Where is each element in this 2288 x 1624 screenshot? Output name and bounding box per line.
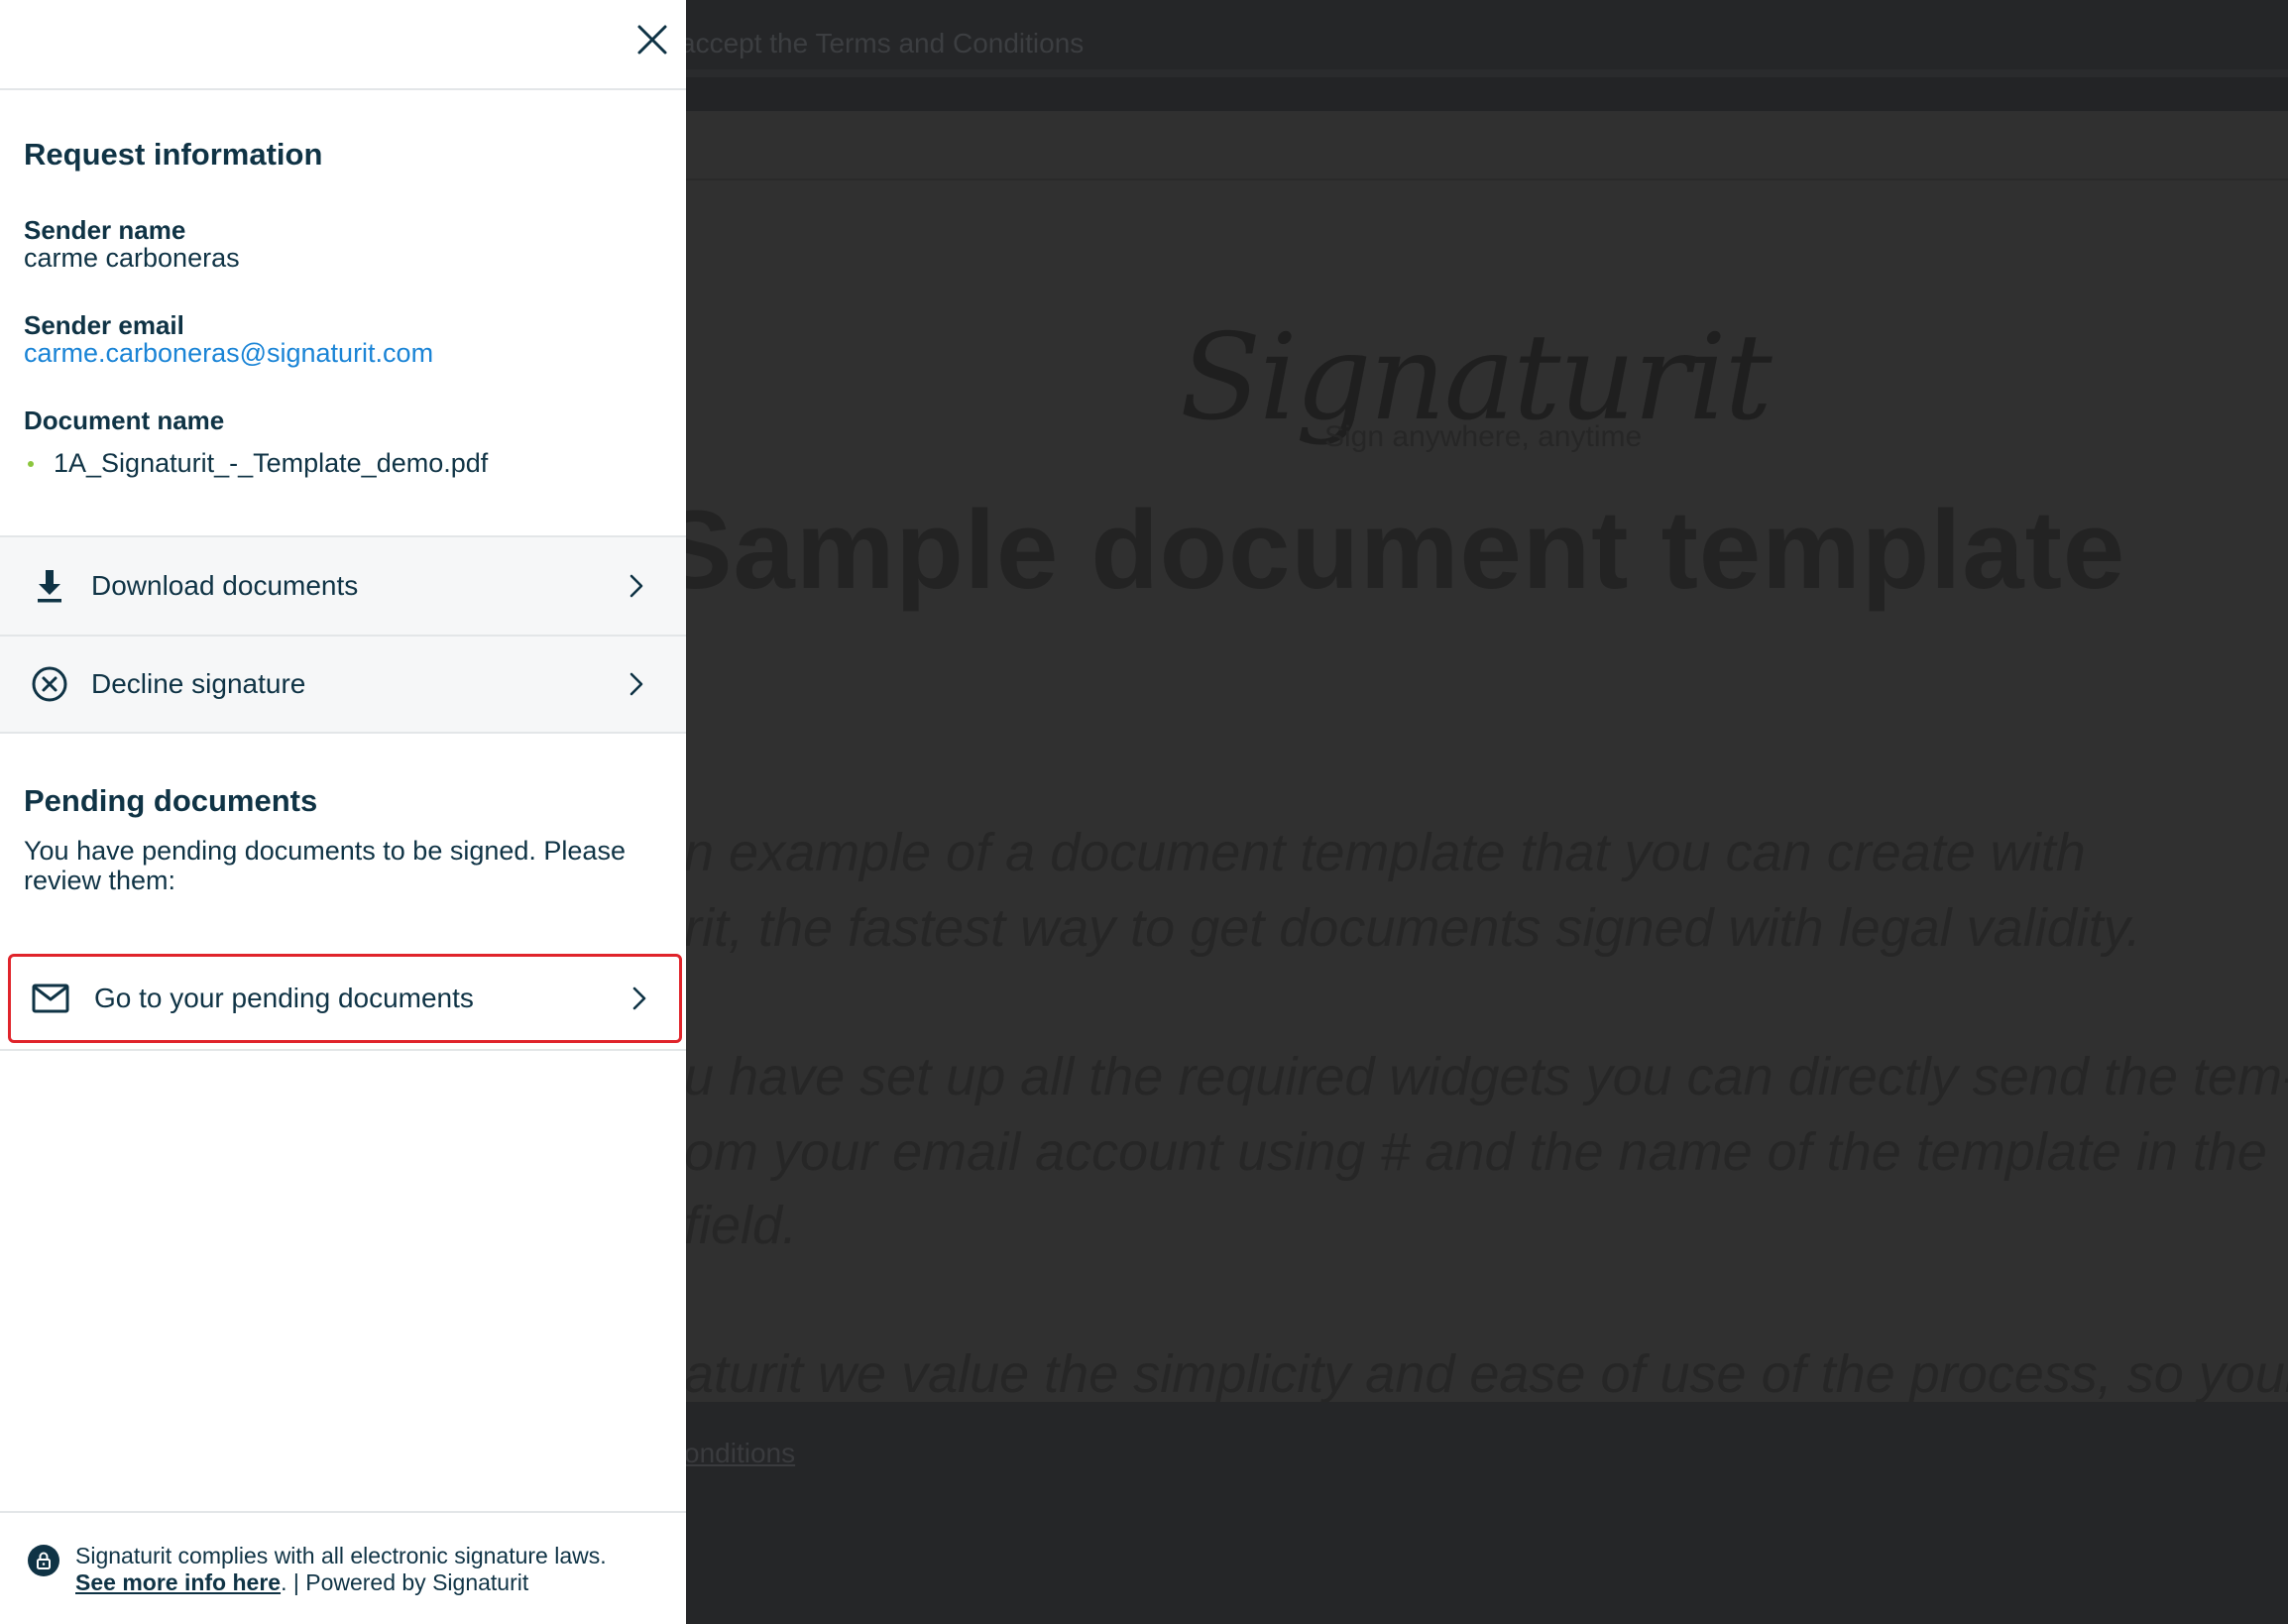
sender-name-value: carme carboneras: [24, 243, 240, 273]
download-icon: [38, 570, 61, 603]
logo-tagline: Sign anywhere, anytime: [1324, 420, 1643, 453]
document-paragraph-line: rit, the fastest way to get documents si…: [684, 898, 2141, 958]
mail-icon: [32, 984, 69, 1013]
chevron-right-icon: [629, 672, 643, 696]
decline-icon: [32, 666, 67, 702]
bullet-dot: [28, 460, 34, 467]
chevron-right-icon: [632, 986, 646, 1010]
document-paragraph-line: aturit we value the simplicity and ease …: [684, 1344, 2288, 1404]
decline-signature-button[interactable]: Decline signature: [0, 635, 686, 734]
background-terms-text: accept the Terms and Conditions: [680, 28, 1085, 58]
document-paragraph-line: field.: [684, 1196, 798, 1255]
pending-documents-title: Pending documents: [24, 783, 318, 818]
compliance-text: Signaturit complies with all electronic …: [75, 1543, 607, 1568]
compliance-text-secondary: See more info here. | Powered by Signatu…: [75, 1569, 528, 1596]
powered-by-text: . | Powered by Signaturit: [281, 1569, 529, 1595]
chevron-right-icon: [629, 574, 643, 598]
pending-divider: [0, 1049, 686, 1051]
pending-documents-text: You have pending documents to be signed.…: [24, 836, 626, 895]
document-list-item: 1A_Signaturit_-_Template_demo.pdf: [24, 448, 488, 479]
panel-header: [0, 0, 686, 90]
sender-email-label: Sender email: [24, 310, 184, 340]
sender-name-label: Sender name: [24, 215, 186, 245]
go-to-pending-documents-label: Go to your pending documents: [94, 983, 474, 1013]
background-conditions-link: onditions: [684, 1438, 796, 1468]
document-paragraph-line: n example of a document template that yo…: [684, 823, 2086, 882]
close-icon: [637, 25, 667, 55]
go-to-pending-documents-button[interactable]: Go to your pending documents: [8, 954, 682, 1043]
more-info-link[interactable]: See more info here: [75, 1569, 281, 1595]
document-name-value: 1A_Signaturit_-_Template_demo.pdf: [54, 448, 489, 478]
download-documents-label: Download documents: [91, 570, 359, 601]
download-documents-button[interactable]: Download documents: [0, 535, 686, 635]
signaturit-logo: Signaturit Sign anywhere, anytime: [1180, 309, 1773, 478]
request-info-panel: Request information Sender name carme ca…: [0, 0, 686, 1624]
request-info-section: Request information Sender name carme ca…: [24, 137, 668, 478]
document-paragraph-line: u have set up all the required widgets y…: [684, 1047, 2288, 1106]
decline-signature-label: Decline signature: [91, 668, 306, 699]
lock-icon: [28, 1545, 59, 1576]
document-name-label: Document name: [24, 406, 225, 435]
request-info-title: Request information: [24, 137, 323, 172]
sender-email-link[interactable]: carme.carboneras@signaturit.com: [24, 338, 433, 369]
panel-footer: Signaturit complies with all electronic …: [0, 1511, 686, 1624]
document-paragraph-line: om your email account using # and the na…: [684, 1122, 2267, 1182]
close-button[interactable]: [630, 18, 674, 61]
